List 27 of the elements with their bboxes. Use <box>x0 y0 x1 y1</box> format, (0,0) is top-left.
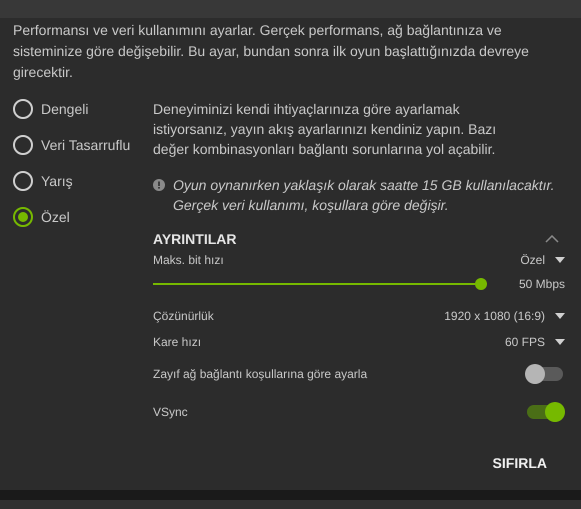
dropdown[interactable]: 60 FPS <box>504 335 565 349</box>
caret-icon <box>555 313 565 319</box>
toggle-switch[interactable] <box>527 405 563 419</box>
reset-button[interactable]: SIFIRLA <box>474 451 565 475</box>
setting-label: VSync <box>153 405 188 419</box>
slider-thumb[interactable] <box>475 278 487 290</box>
caret-icon <box>555 339 565 345</box>
toggle-switch[interactable] <box>527 367 563 381</box>
preset-radio[interactable]: Dengeli <box>13 97 153 121</box>
setting-label: Zayıf ağ bağlantı koşullarına göre ayarla <box>153 367 368 381</box>
caret-icon <box>555 257 565 263</box>
slider-reading: 50 Mbps <box>518 277 565 291</box>
setting-label: Çözünürlük <box>153 309 214 323</box>
warning-icon <box>153 179 165 191</box>
preset-radio[interactable]: Özel <box>13 205 153 229</box>
slider-track[interactable] <box>153 278 487 290</box>
preset-radio[interactable]: Yarış <box>13 169 153 193</box>
preset-radio[interactable]: Veri Tasarruflu <box>13 133 153 157</box>
setting-label: Maks. bit hızı <box>153 253 224 267</box>
usage-note: Oyun oynanırken yaklaşık olarak saatte 15 GB kullanılacaktır. Gerçek veri kullanımı, koşullara göre değişir. <box>173 176 556 215</box>
chevron-icon[interactable] <box>545 235 559 243</box>
dropdown[interactable]: 1920 x 1080 (16:9) <box>444 309 565 323</box>
info-text: Deneyiminizi kendi ihtiyaçlarınıza göre ayarlamak istiyorsanız, yayın akış ayarlarınızı kendiniz yapın. Bazı değer kombinasyonları bağlantı sorunlarına yol açabilir. <box>153 100 498 159</box>
setting-label: Kare hızı <box>153 335 202 349</box>
section-title: AYRINTILAR <box>153 231 236 247</box>
description-text: Performansı ve veri kullanımını ayarlar. Gerçek performans, ağ bağlantınıza ve sisteminize göre değişebilir. Bu ayar, bundan sonra ilk oyun başlattığınızda devreye girecektir. <box>13 21 530 82</box>
dropdown[interactable]: Özel <box>520 253 565 267</box>
